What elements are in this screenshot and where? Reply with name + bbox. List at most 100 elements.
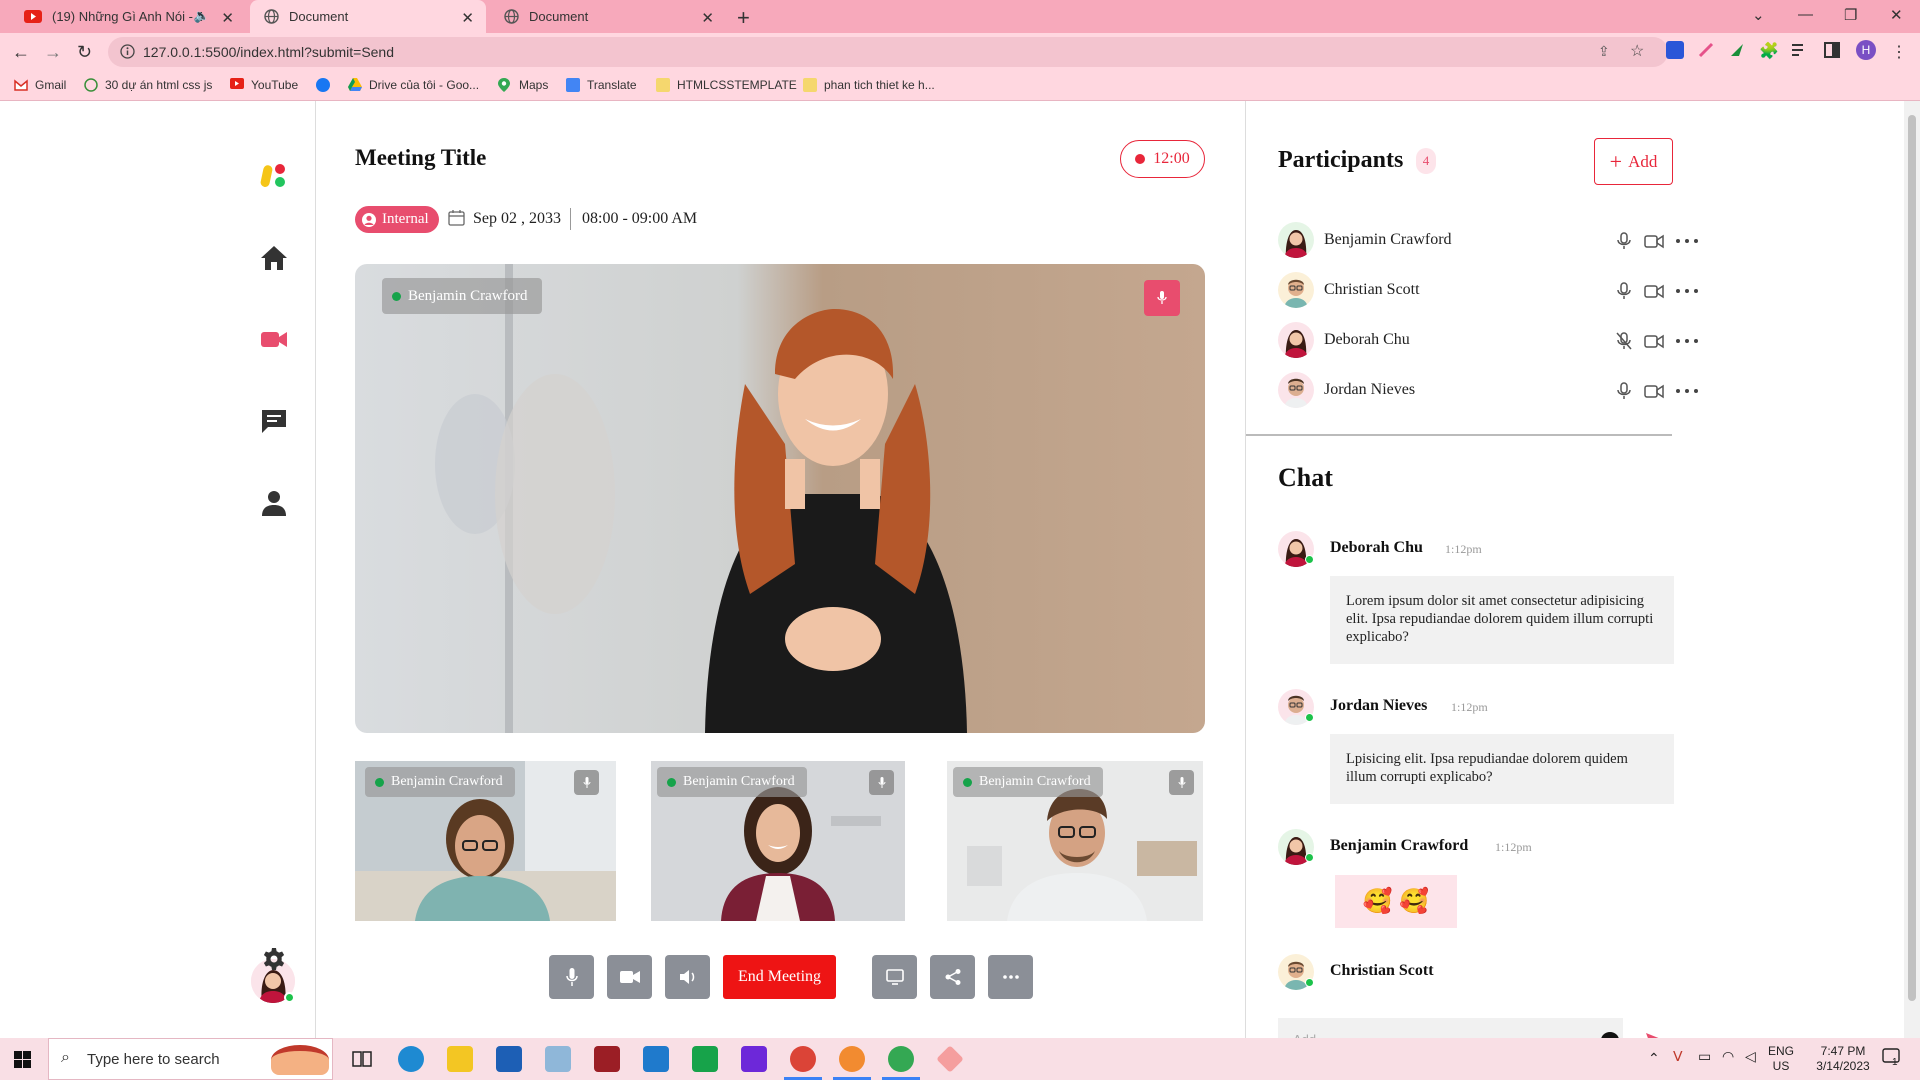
microphone-icon[interactable]: [1614, 381, 1634, 401]
extension-d-icon[interactable]: [1666, 41, 1684, 59]
kebab-menu-icon[interactable]: ⋮: [1891, 42, 1907, 62]
tray-app-icon[interactable]: Ⅴ: [1673, 1049, 1683, 1064]
home-icon[interactable]: [260, 244, 288, 272]
video-camera-icon[interactable]: [1644, 231, 1664, 251]
microphone-icon[interactable]: [1614, 231, 1634, 251]
participant-row[interactable]: Christian Scott: [1278, 272, 1698, 310]
microphone-muted-icon[interactable]: [1614, 331, 1634, 351]
speaker-icon[interactable]: 🔈: [194, 8, 210, 24]
extension-arrow-icon[interactable]: [1728, 41, 1746, 59]
video-camera-icon[interactable]: [1644, 331, 1664, 351]
recording-timer-button[interactable]: 12:00: [1120, 140, 1205, 178]
clock[interactable]: 7:47 PM 3/14/2023: [1812, 1044, 1874, 1074]
more-horizontal-icon[interactable]: [1674, 281, 1700, 301]
battery-icon[interactable]: ▭: [1698, 1049, 1711, 1064]
omnibox[interactable]: 127.0.0.1:5500/index.html?submit=Send ⇪ …: [108, 37, 1668, 67]
page-scrollbar[interactable]: [1904, 101, 1920, 1038]
podcast-app-icon[interactable]: [741, 1046, 767, 1072]
tray-chevron-icon[interactable]: ⌃: [1648, 1051, 1660, 1066]
browser-tab-youtube[interactable]: (19) Những Gì Anh Nói - BO 🔈 ✕: [10, 0, 246, 33]
media-queue-icon[interactable]: [1790, 41, 1808, 59]
settings-gear-icon[interactable]: [262, 947, 290, 975]
share-icon[interactable]: ⇪: [1598, 43, 1610, 60]
chat-icon[interactable]: [260, 407, 288, 435]
video-camera-icon[interactable]: [1644, 281, 1664, 301]
more-options-button[interactable]: [988, 955, 1033, 999]
reload-icon[interactable]: ↻: [77, 42, 92, 63]
browser-tab-document[interactable]: Document ✕: [490, 0, 726, 33]
forward-arrow-icon[interactable]: →: [44, 42, 62, 63]
video-camera-icon[interactable]: [260, 325, 288, 353]
language-indicator[interactable]: ENG US: [1768, 1044, 1794, 1074]
bookmark-youtube[interactable]: YouTube: [230, 78, 298, 92]
tab-search-icon[interactable]: ⌄: [1752, 6, 1765, 24]
browser-tab-document-active[interactable]: Document ✕: [250, 0, 486, 33]
participant-row[interactable]: Benjamin Crawford: [1278, 222, 1698, 260]
participant-row[interactable]: Jordan Nieves: [1278, 372, 1698, 410]
extensions-puzzle-icon[interactable]: 🧩: [1759, 41, 1779, 60]
more-horizontal-icon[interactable]: [1674, 231, 1700, 251]
toggle-speaker-button[interactable]: [665, 955, 710, 999]
close-window-icon[interactable]: ✕: [1890, 6, 1903, 24]
close-tab-icon[interactable]: ✕: [461, 9, 474, 27]
bookmark-star-icon[interactable]: ☆: [1630, 41, 1644, 61]
toggle-camera-button[interactable]: [607, 955, 652, 999]
participant-video-thumbnail[interactable]: Benjamin Crawford: [355, 761, 616, 921]
main-video-feed[interactable]: Benjamin Crawford: [355, 264, 1205, 733]
notification-center-icon[interactable]: 1: [1882, 1048, 1902, 1068]
chrome-profile-icon[interactable]: [839, 1046, 865, 1072]
screen-share-button[interactable]: [872, 955, 917, 999]
participant-video-thumbnail[interactable]: Benjamin Crawford: [947, 761, 1203, 921]
bookmark-facebook[interactable]: [316, 78, 337, 92]
more-horizontal-icon[interactable]: [1674, 381, 1700, 401]
thumbnail-mic-button[interactable]: [574, 770, 599, 795]
more-horizontal-icon[interactable]: [1674, 331, 1700, 351]
file-explorer-icon[interactable]: [447, 1046, 473, 1072]
bookmark-phan-tich[interactable]: phan tich thiet ke h...: [803, 78, 935, 92]
bookmark-30-projects[interactable]: 30 dự án html css js: [84, 78, 212, 92]
microphone-icon[interactable]: [1614, 281, 1634, 301]
taskbar-search-box[interactable]: ⌕ Type here to search: [48, 1038, 333, 1080]
user-icon[interactable]: [260, 489, 288, 517]
speaker-mic-button[interactable]: [1144, 280, 1180, 316]
minimize-icon[interactable]: —: [1798, 6, 1813, 23]
info-icon[interactable]: [120, 44, 135, 59]
participant-row[interactable]: Deborah Chu: [1278, 322, 1698, 360]
thumbnail-mic-button[interactable]: [869, 770, 894, 795]
chat-heading: Chat: [1278, 463, 1333, 492]
bookmark-htmlcsstemplate[interactable]: HTMLCSSTEMPLATE: [656, 78, 797, 92]
microsoft-store-icon[interactable]: [496, 1046, 522, 1072]
bookmark-gmail[interactable]: Gmail: [14, 78, 66, 92]
participant-video-thumbnail[interactable]: Benjamin Crawford: [651, 761, 905, 921]
edge-browser-icon[interactable]: [398, 1046, 424, 1072]
chrome-profile-icon[interactable]: [888, 1046, 914, 1072]
back-arrow-icon[interactable]: ←: [12, 42, 30, 63]
new-tab-button[interactable]: +: [737, 5, 750, 31]
toggle-mic-button[interactable]: [549, 955, 594, 999]
video-camera-icon[interactable]: [1644, 381, 1664, 401]
bookmark-translate[interactable]: Translate: [566, 78, 637, 92]
bookmark-maps[interactable]: Maps: [498, 78, 548, 92]
windows-start-icon[interactable]: [14, 1051, 31, 1068]
bookmark-drive[interactable]: Drive của tôi - Goo...: [348, 78, 479, 92]
profile-avatar[interactable]: H: [1856, 40, 1876, 60]
close-tab-icon[interactable]: ✕: [221, 9, 234, 27]
scrollbar-thumb[interactable]: [1908, 115, 1916, 1001]
volume-icon[interactable]: ◁: [1745, 1049, 1756, 1064]
figma-like-app-icon[interactable]: [936, 1045, 964, 1073]
xbox-icon[interactable]: [692, 1046, 718, 1072]
side-panel-icon[interactable]: [1823, 41, 1841, 59]
extension-pen-icon[interactable]: [1697, 41, 1715, 59]
vscode-icon[interactable]: [643, 1046, 669, 1072]
share-button[interactable]: [930, 955, 975, 999]
task-view-icon[interactable]: [349, 1046, 375, 1072]
add-participant-button[interactable]: + Add: [1594, 138, 1673, 185]
thumbnail-mic-button[interactable]: [1169, 770, 1194, 795]
chrome-icon[interactable]: [790, 1046, 816, 1072]
end-meeting-button[interactable]: End Meeting: [723, 955, 836, 999]
game-app-icon[interactable]: [594, 1046, 620, 1072]
restore-icon[interactable]: ❐: [1844, 6, 1857, 24]
close-tab-icon[interactable]: ✕: [701, 9, 714, 27]
wifi-icon[interactable]: ◠: [1722, 1049, 1734, 1064]
notes-app-icon[interactable]: [545, 1046, 571, 1072]
